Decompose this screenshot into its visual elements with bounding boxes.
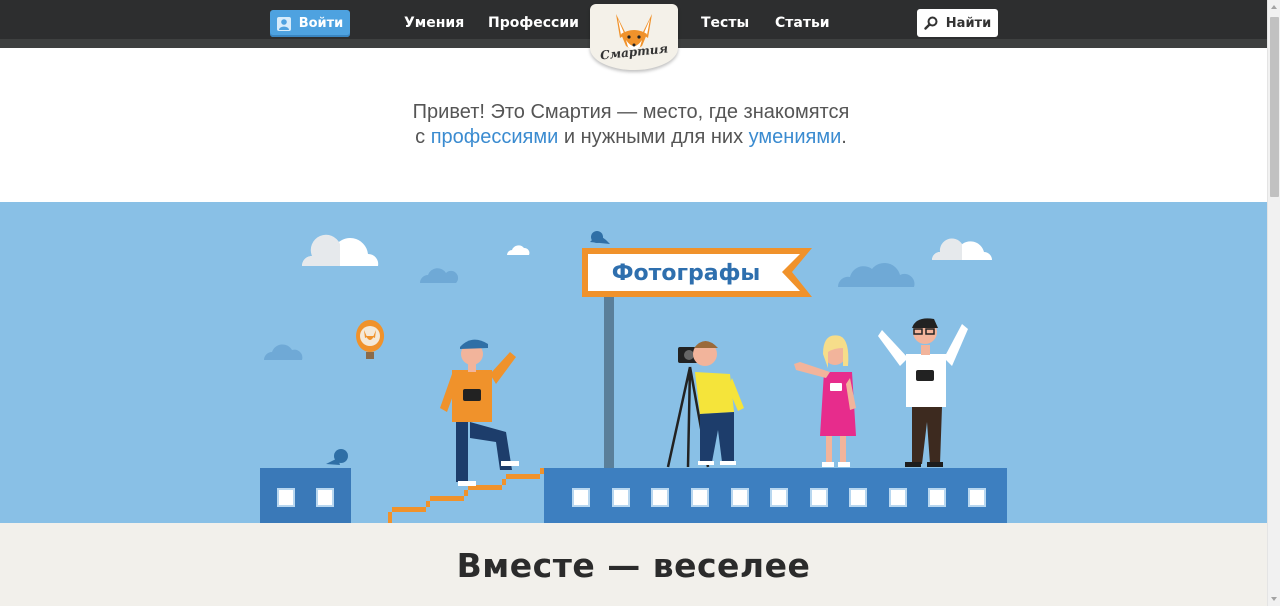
page: Войти Умения Профессии Тесты Статьи Смар… [0,0,1267,606]
sign-pole [604,294,614,469]
scrollbar-thumb[interactable] [1270,17,1279,197]
user-icon [276,16,291,31]
scroll-up-icon[interactable] [1271,5,1277,9]
photographer-yellow [666,341,744,468]
hero-illustration: Фотографы [0,202,1267,523]
vertical-scrollbar[interactable] [1267,0,1280,606]
search-icon [924,16,938,30]
skills-link[interactable]: умениями [749,126,842,148]
person-pink [794,335,856,467]
nav-link-tests[interactable]: Тесты [701,15,749,31]
intro-line-2: с профессиями и нужными для них умениями… [0,125,1262,150]
nav-link-skills[interactable]: Умения [404,15,464,31]
cloud-icon [507,245,530,255]
login-button[interactable]: Войти [270,10,350,37]
professions-link[interactable]: профессиями [431,126,559,148]
together-section: Вместе — веселее [0,523,1267,606]
cloud-icon [302,234,379,266]
balloon-icon [356,320,385,359]
intro-text: Привет! Это Смартия — место, где знакомя… [0,100,1262,150]
search-button[interactable]: Найти [917,9,998,37]
bird-icon [326,449,348,465]
logo[interactable]: Смартия [590,4,678,70]
intro-suffix: . [841,126,847,148]
section-title: Вместе — веселее [456,546,811,585]
intro-prefix: с [415,126,431,148]
hero-scene: Фотографы [260,231,1007,523]
nav-link-articles[interactable]: Статьи [775,15,830,31]
search-label: Найти [945,15,992,31]
login-label: Войти [298,16,344,31]
intro-middle: и нужными для них [558,126,749,148]
sign-title: Фотографы [612,261,761,286]
intro-line-1: Привет! Это Смартия — место, где знакомя… [412,101,850,123]
photographer-orange [440,339,519,486]
person-white [878,318,968,467]
nav-link-professions[interactable]: Профессии [488,15,579,31]
cloud-icon [932,238,992,260]
scroll-down-icon[interactable] [1271,597,1277,601]
